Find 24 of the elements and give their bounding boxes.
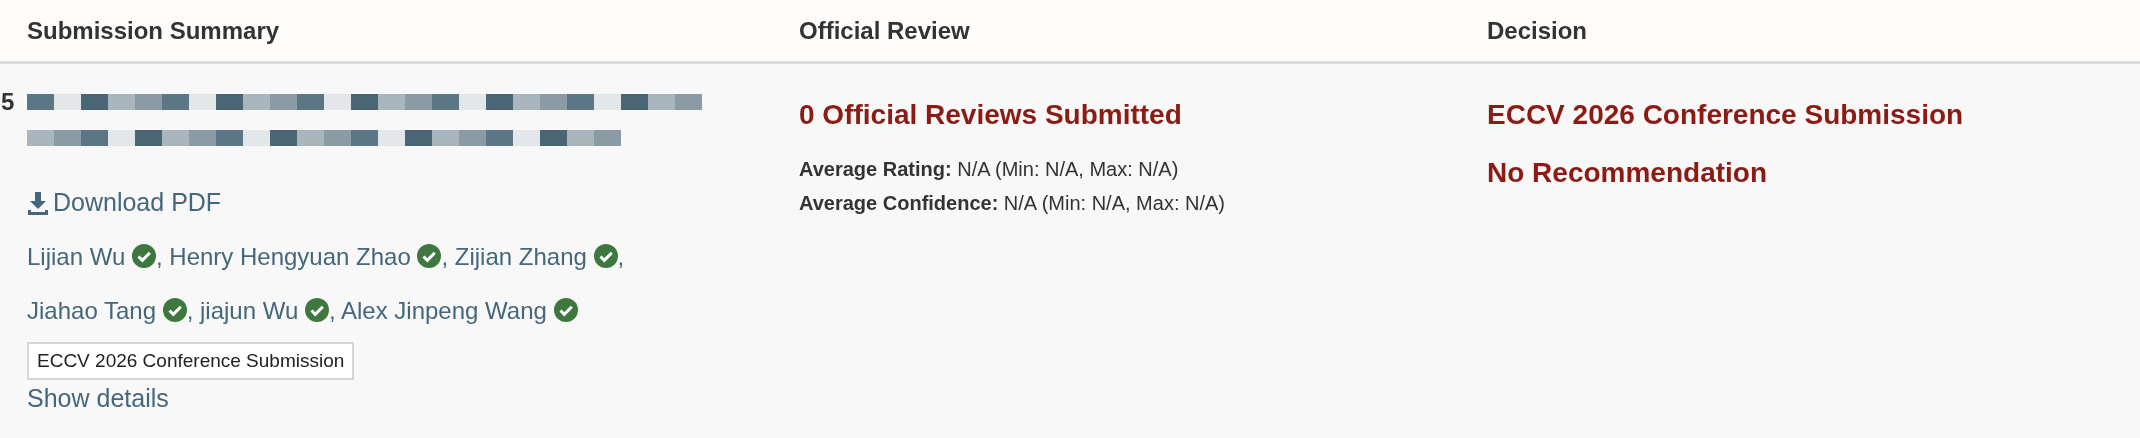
author-link[interactable]: Jiahao Tang	[27, 296, 156, 324]
download-icon	[27, 190, 49, 215]
author-link[interactable]: Henry Hengyuan Zhao	[169, 242, 411, 270]
column-header: Official Review	[799, 15, 971, 46]
author-link[interactable]: Alex Jinpeng Wang	[341, 296, 547, 324]
author-link[interactable]: jiajun Wu	[200, 296, 299, 324]
show-details-link[interactable]: Show details	[27, 384, 169, 413]
column-header: Submission Summary	[27, 15, 281, 46]
separator: ,	[155, 242, 163, 270]
column-header: Decision	[1487, 15, 1589, 46]
venue-tag: ECCV 2026 Conference Submission	[27, 341, 355, 381]
author-link[interactable]: Zijian Zhang	[454, 242, 587, 270]
row-number: 5	[0, 87, 16, 117]
author-link[interactable]: Lijian Wu	[27, 242, 126, 270]
decision-venue: ECCV 2026 Conference Submission	[1487, 98, 1965, 132]
separator: ,	[328, 296, 336, 324]
stat-line: Average Rating: N/A (Min: N/A, Max: N/A)	[799, 157, 1180, 182]
reviews-heading: 0 Official Reviews Submitted	[799, 98, 1183, 132]
download-link[interactable]: Download PDF	[27, 184, 222, 222]
recommendation: No Recommendation	[1487, 156, 1769, 190]
stat-line: Average Confidence: N/A (Min: N/A, Max: N/A)	[799, 191, 1226, 216]
separator: ,	[617, 242, 625, 270]
separator: ,	[186, 296, 194, 324]
separator: ,	[441, 242, 449, 270]
